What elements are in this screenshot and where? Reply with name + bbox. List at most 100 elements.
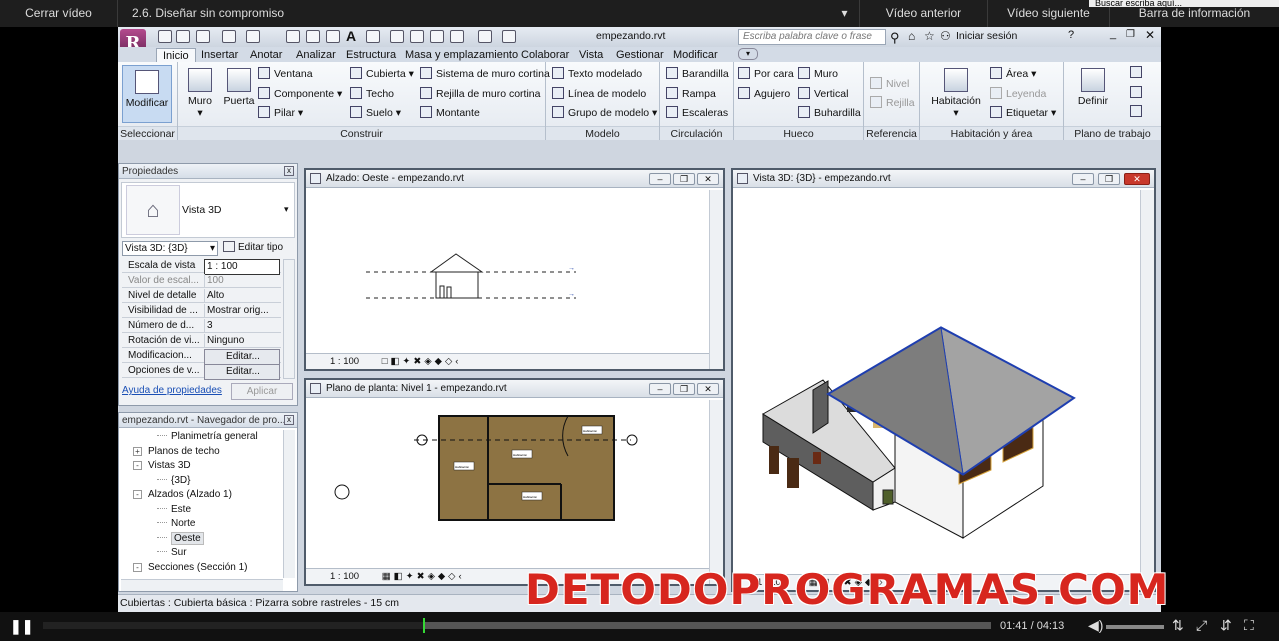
modify-button[interactable]: Modificar <box>122 65 172 123</box>
open-icon[interactable] <box>158 30 172 43</box>
fullscreen-icon[interactable]: ⛶ <box>1244 617 1254 634</box>
instance-filter-select[interactable]: Vista 3D: {3D} ▾ <box>122 241 218 256</box>
section-icon[interactable] <box>390 30 404 43</box>
expand-icon[interactable]: ⤢ <box>1196 617 1207 634</box>
model-group-button[interactable]: Grupo de modelo ▾ <box>552 105 657 121</box>
quality-icon[interactable]: ⇵ <box>1220 617 1232 634</box>
prop-row[interactable]: Número de d... 3 <box>122 319 281 333</box>
model-text-button[interactable]: Texto modelado <box>552 66 642 82</box>
curtain-grid-button[interactable]: Rejilla de muro cortina <box>420 86 540 102</box>
tab-estructura[interactable]: Estructura <box>346 48 396 62</box>
view-scrollbar[interactable] <box>709 400 723 584</box>
edit-type-button[interactable]: Editar tipo <box>223 241 283 253</box>
view-control-icons[interactable]: □◧✦✖◈◆◇‹ <box>382 356 462 367</box>
browser-tree-item[interactable]: - Secciones (Sección 1) <box>133 561 248 575</box>
mullion-button[interactable]: Montante <box>420 105 480 121</box>
video-progress-bar[interactable] <box>43 618 991 633</box>
3d-view-window[interactable]: Vista 3D: {3D} - empezando.rvt – ❐ ✕ 1:… <box>731 168 1156 592</box>
tab-insertar[interactable]: Insertar <box>201 48 238 62</box>
browser-tree-item[interactable]: Oeste <box>157 531 204 546</box>
view-control-icons[interactable]: ▦◧✦✖◈◆◇‹ <box>382 571 465 582</box>
set-workplane-button[interactable]: Definir <box>1072 68 1114 107</box>
prop-value[interactable]: Alto <box>204 289 280 303</box>
column-button[interactable]: Pilar ▾ <box>258 105 303 121</box>
restore-icon[interactable]: ❐ <box>673 383 695 395</box>
prop-row[interactable]: Visibilidad de ... Mostrar orig... <box>122 304 281 318</box>
properties-help-link[interactable]: Ayuda de propiedades <box>122 385 222 396</box>
sign-in-link[interactable]: Iniciar sesión <box>956 30 1017 42</box>
3d-view-icon[interactable] <box>366 30 380 43</box>
prop-row[interactable]: Valor de escal... 100 <box>122 274 281 288</box>
prop-row[interactable]: Rotación de vi... Ninguno <box>122 334 281 348</box>
browser-tree-item[interactable]: Norte <box>157 517 195 531</box>
prop-row[interactable]: Nivel de detalle Alto <box>122 289 281 303</box>
prop-value[interactable]: Ninguno <box>204 334 280 348</box>
floor-button[interactable]: Suelo ▾ <box>350 105 401 121</box>
minimize-icon[interactable]: _ <box>1110 28 1116 40</box>
subscription-icon[interactable]: ⌂ <box>908 29 915 43</box>
window-button[interactable]: Ventana <box>258 66 313 82</box>
plan-view-window[interactable]: Plano de planta: Nivel 1 - empezando.rvt… <box>304 378 725 586</box>
tag-icon[interactable] <box>326 30 340 43</box>
legend-button[interactable]: Leyenda <box>990 86 1046 102</box>
undo-icon[interactable] <box>222 30 236 43</box>
browser-tree-item[interactable]: + Planos de techo <box>133 445 220 459</box>
model-line-button[interactable]: Línea de modelo <box>552 86 646 102</box>
type-selector[interactable]: ⌂ Vista 3D ▾ <box>121 182 295 238</box>
switch-windows-icon[interactable] <box>450 30 464 43</box>
edit-button[interactable]: Editar... <box>204 349 280 365</box>
ribbon-minimize-icon[interactable]: ▾ <box>738 48 758 60</box>
previous-video-button[interactable]: Vídeo anterior <box>860 0 988 27</box>
browser-tree-item[interactable]: - Alzados (Alzado 1) <box>133 488 232 502</box>
level-button[interactable]: Nivel <box>870 76 909 92</box>
ramp-button[interactable]: Rampa <box>666 86 716 102</box>
binoculars-icon[interactable]: ⚲ <box>890 30 900 46</box>
prop-row[interactable]: Modificacion... Editar... <box>122 349 281 365</box>
properties-scrollbar[interactable] <box>283 259 295 379</box>
chevron-down-icon[interactable]: ▾ <box>830 0 860 27</box>
browser-tree-item[interactable]: Este <box>157 503 191 517</box>
save-icon[interactable] <box>176 30 190 43</box>
pause-icon[interactable]: ❚❚ <box>10 618 33 635</box>
tab-gestionar[interactable]: Gestionar <box>616 48 664 62</box>
collapse-icon[interactable]: - <box>133 461 142 470</box>
search-input[interactable]: Escriba palabra clave o frase <box>738 29 886 45</box>
close-icon[interactable]: ✕ <box>697 173 719 185</box>
expand-icon[interactable]: + <box>133 446 142 456</box>
playhead[interactable] <box>423 618 426 633</box>
browser-tree-item[interactable]: - Vistas 3D <box>133 459 191 473</box>
shaft-button[interactable]: Agujero <box>738 86 790 102</box>
collapse-icon[interactable]: - <box>133 490 142 499</box>
minimize-icon[interactable]: – <box>1072 173 1094 185</box>
favorites-icon[interactable]: ☆ <box>924 29 935 43</box>
view-scale[interactable]: 1 : 100 <box>330 571 359 582</box>
grid-button[interactable]: Rejilla <box>870 95 915 111</box>
close-icon[interactable]: ✕ <box>697 383 719 395</box>
browser-scrollbar[interactable] <box>283 430 295 578</box>
close-icon[interactable]: x <box>284 415 294 425</box>
volume-slider[interactable] <box>1106 625 1164 629</box>
restore-icon[interactable]: ❐ <box>1126 29 1135 40</box>
view-scale[interactable]: 1 : 100 <box>330 356 359 367</box>
ref-plane-icon[interactable] <box>1130 86 1142 98</box>
prop-row[interactable]: Opciones de v... Editar... <box>122 364 281 380</box>
prop-row[interactable]: Escala de vista 1 : 100 <box>122 259 281 275</box>
text-icon[interactable]: A <box>346 28 356 44</box>
prop-value[interactable]: Mostrar orig... <box>204 304 280 318</box>
stairs-button[interactable]: Escaleras <box>666 105 728 121</box>
by-face-button[interactable]: Por cara <box>738 66 794 82</box>
tab-colaborar[interactable]: Colaborar <box>521 48 569 62</box>
tab-inicio[interactable]: Inicio <box>156 48 196 62</box>
wall-opening-button[interactable]: Muro <box>798 66 838 82</box>
tag-button[interactable]: Etiquetar ▾ <box>990 105 1056 121</box>
elevation-view-window[interactable]: Alzado: Oeste - empezando.rvt – ❐ ✕ → → … <box>304 168 725 371</box>
restore-icon[interactable]: ❐ <box>1098 173 1120 185</box>
view-scrollbar[interactable] <box>709 190 723 369</box>
speed-icon[interactable]: ⇅ <box>1172 617 1184 634</box>
component-button[interactable]: Componente ▾ <box>258 86 342 102</box>
tab-masa-emplazamiento[interactable]: Masa y emplazamiento <box>405 48 518 62</box>
volume-icon[interactable]: ◀) <box>1088 617 1103 634</box>
qat-dropdown-icon[interactable] <box>502 30 516 43</box>
close-icon[interactable]: ✕ <box>1124 173 1150 185</box>
tab-analizar[interactable]: Analizar <box>296 48 336 62</box>
